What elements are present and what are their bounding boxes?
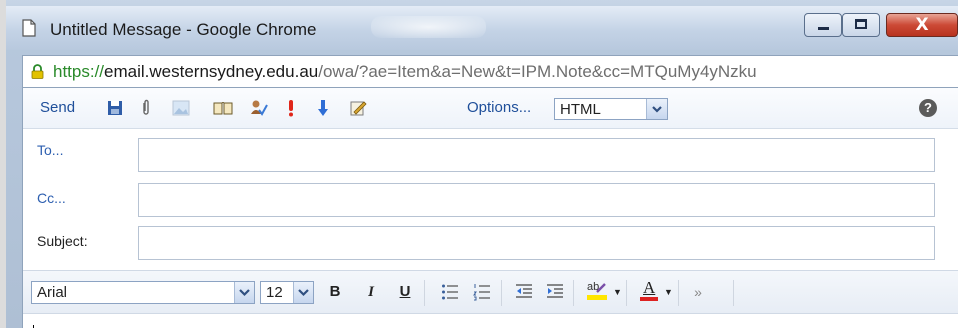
toolbar-divider <box>678 280 679 306</box>
toolbar-divider <box>733 280 734 306</box>
maximize-icon <box>855 19 867 29</box>
url-scheme: https:// <box>53 62 105 81</box>
chevron-down-icon[interactable] <box>234 282 254 303</box>
title-glow <box>371 16 486 38</box>
numbered-list-icon[interactable] <box>473 283 491 301</box>
font-color-button[interactable]: A <box>638 278 660 302</box>
underline-button[interactable]: U <box>397 282 413 302</box>
insert-image-icon[interactable] <box>172 100 190 116</box>
toolbar-divider <box>626 280 627 306</box>
increase-indent-icon[interactable] <box>546 283 564 301</box>
font-family-select[interactable]: Arial <box>31 281 255 304</box>
minimize-icon <box>818 27 829 30</box>
high-importance-icon[interactable] <box>287 99 295 117</box>
url-host: email.westernsydney.edu.au <box>104 62 319 81</box>
address-book-icon[interactable] <box>213 100 233 116</box>
minimize-button[interactable] <box>804 13 842 37</box>
low-importance-icon[interactable] <box>318 99 328 117</box>
save-icon[interactable] <box>107 100 123 116</box>
message-format-select[interactable]: HTML <box>554 98 668 120</box>
window-title: Untitled Message - Google Chrome <box>50 20 317 39</box>
attach-icon[interactable] <box>141 99 151 117</box>
close-button[interactable]: X <box>886 13 958 37</box>
subject-label: Subject: <box>37 233 88 249</box>
to-button[interactable]: To... <box>37 142 63 158</box>
message-options-icon[interactable] <box>349 99 367 117</box>
formatting-toolbar: Arial 12 B I U ab ▼ A ▼ » <box>23 270 958 314</box>
options-button[interactable]: Options... <box>467 98 531 118</box>
help-icon[interactable]: ? <box>919 99 937 117</box>
url-text[interactable]: https://email.westernsydney.edu.au/owa/?… <box>53 62 757 82</box>
highlight-button[interactable]: ab <box>585 280 609 302</box>
toolbar-divider <box>573 280 574 306</box>
compose-toolbar: Send Options... HTML ? <box>23 88 958 129</box>
address-bar[interactable]: https://email.westernsydney.edu.au/owa/?… <box>22 55 958 88</box>
font-color-swatch <box>640 297 658 301</box>
bold-button[interactable]: B <box>327 282 343 302</box>
toolbar-divider <box>501 280 502 306</box>
highlight-color-swatch <box>587 295 607 300</box>
message-format-value: HTML <box>560 101 601 118</box>
toolbar-divider <box>424 280 425 306</box>
to-field[interactable] <box>138 138 935 172</box>
font-size-select[interactable]: 12 <box>260 281 314 304</box>
chevron-down-icon[interactable] <box>293 282 313 303</box>
url-path: /owa/?ae=Item&a=New&t=IPM.Note&cc=MTQuMy… <box>318 62 757 81</box>
maximize-button[interactable] <box>842 13 880 37</box>
cc-button[interactable]: Cc... <box>37 190 66 206</box>
title-bar[interactable]: Untitled Message - Google Chrome X <box>6 6 958 50</box>
font-size-value: 12 <box>266 284 283 301</box>
chevron-down-icon[interactable] <box>646 99 667 119</box>
font-color-glyph: A <box>643 278 656 297</box>
highlight-dropdown-icon[interactable]: ▼ <box>613 282 622 302</box>
decrease-indent-icon[interactable] <box>515 283 533 301</box>
lock-icon <box>31 64 44 79</box>
italic-button[interactable]: I <box>363 282 379 302</box>
compose-area: Send Options... HTML ? To... Cc... Subje… <box>22 88 958 328</box>
page-icon <box>22 19 36 37</box>
subject-field[interactable] <box>138 226 935 260</box>
bullet-list-icon[interactable] <box>441 283 459 301</box>
highlighter-icon <box>596 283 606 293</box>
close-icon: X <box>915 15 929 35</box>
font-family-value: Arial <box>37 284 68 301</box>
browser-window: Untitled Message - Google Chrome X https… <box>0 0 958 328</box>
check-names-icon[interactable] <box>250 99 268 117</box>
cc-field[interactable] <box>138 183 935 217</box>
font-color-dropdown-icon[interactable]: ▼ <box>664 282 673 302</box>
more-formatting-icon[interactable]: » <box>691 282 705 302</box>
send-button[interactable]: Send <box>40 98 75 118</box>
